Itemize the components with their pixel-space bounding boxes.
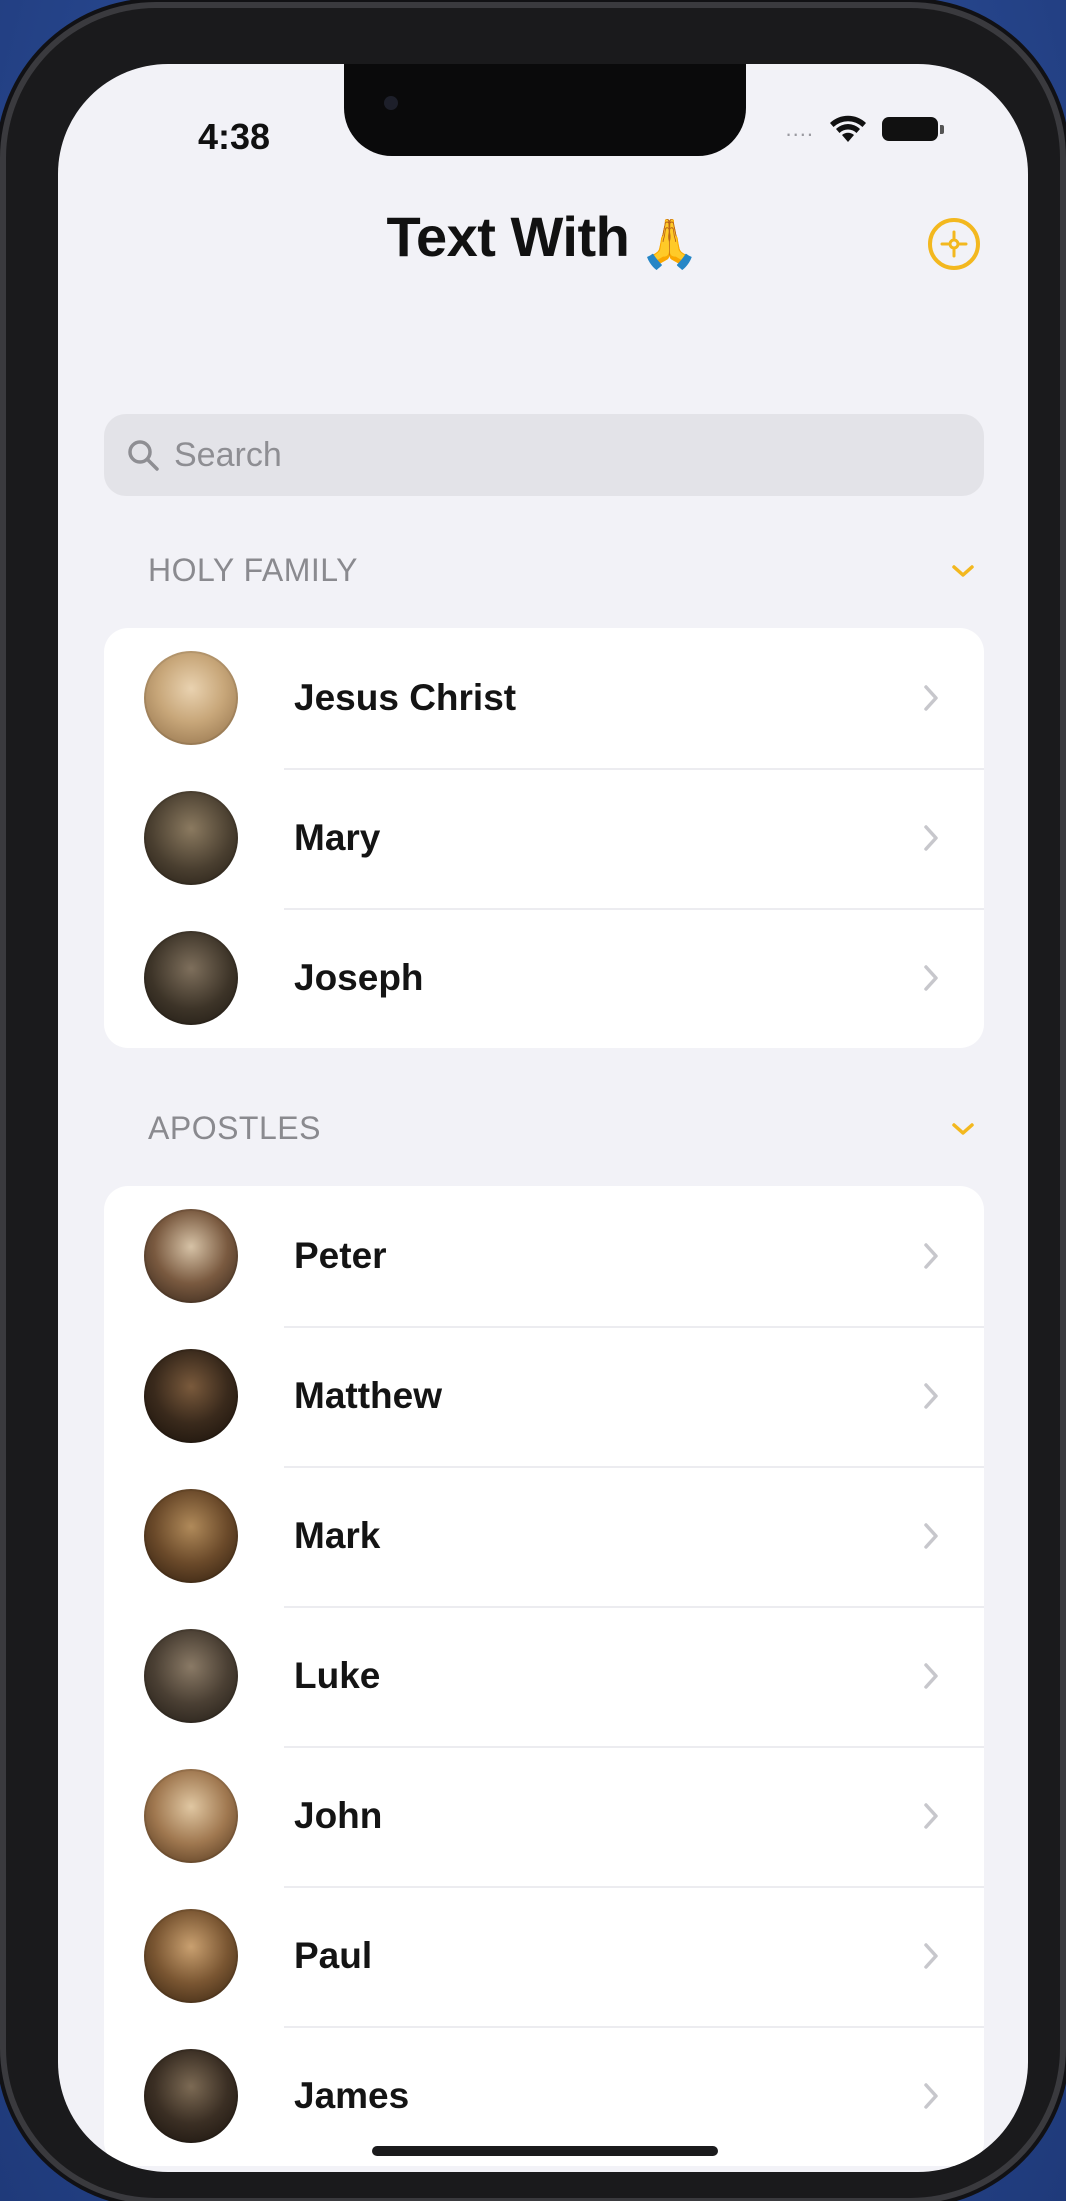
front-camera xyxy=(384,96,398,110)
chevron-right-icon xyxy=(924,1663,938,1689)
page-title: Text With xyxy=(386,205,630,268)
list-item[interactable]: Matthew xyxy=(104,1326,984,1466)
home-indicator[interactable] xyxy=(372,2146,718,2156)
holy-family-list: Jesus Christ Mary Joseph xyxy=(104,628,984,1048)
settings-button[interactable] xyxy=(928,218,980,270)
chevron-right-icon xyxy=(924,1803,938,1829)
section-header-holy-family[interactable]: HOLY FAMILY xyxy=(148,552,978,589)
contact-name: Joseph xyxy=(294,957,424,998)
chevron-down-icon[interactable] xyxy=(948,561,978,581)
avatar xyxy=(144,1489,238,1583)
signal-dots: .... xyxy=(785,116,814,141)
list-item[interactable]: James xyxy=(104,2026,984,2166)
wifi-icon xyxy=(828,114,868,144)
section-title: APOSTLES xyxy=(148,1110,321,1146)
chevron-right-icon xyxy=(924,825,938,851)
chevron-down-icon[interactable] xyxy=(948,1119,978,1139)
avatar xyxy=(144,2049,238,2143)
search-input[interactable]: Search xyxy=(174,436,282,475)
notch xyxy=(344,64,746,156)
avatar xyxy=(144,1909,238,2003)
status-time: 4:38 xyxy=(198,116,271,157)
search-bar[interactable]: Search xyxy=(104,414,984,496)
chevron-right-icon xyxy=(924,1943,938,1969)
chevron-right-icon xyxy=(924,1383,938,1409)
contact-name: Mary xyxy=(294,817,381,858)
avatar xyxy=(144,1629,238,1723)
list-item[interactable]: Jesus Christ xyxy=(104,628,984,768)
list-item[interactable]: Paul xyxy=(104,1886,984,2026)
contact-name: Luke xyxy=(294,1655,381,1696)
settings-icon xyxy=(940,230,968,258)
contact-name: John xyxy=(294,1795,383,1836)
avatar xyxy=(144,931,238,1025)
list-item[interactable]: Mark xyxy=(104,1466,984,1606)
apostles-list: Peter Matthew Mark Luke John Paul James xyxy=(104,1186,984,2166)
list-item[interactable]: John xyxy=(104,1746,984,1886)
avatar xyxy=(144,1209,238,1303)
contact-name: Matthew xyxy=(294,1375,442,1416)
status-indicators: .... xyxy=(785,114,944,144)
chevron-right-icon xyxy=(924,2083,938,2109)
list-item[interactable]: Luke xyxy=(104,1606,984,1746)
search-icon xyxy=(128,440,159,471)
chevron-right-icon xyxy=(924,685,938,711)
section-header-apostles[interactable]: APOSTLES xyxy=(148,1110,978,1147)
praying-hands-emoji: 🙏 xyxy=(639,218,700,271)
list-item[interactable]: Joseph xyxy=(104,908,984,1048)
contact-name: Peter xyxy=(294,1235,387,1276)
chevron-right-icon xyxy=(924,1523,938,1549)
list-item[interactable]: Mary xyxy=(104,768,984,908)
list-item[interactable]: Peter xyxy=(104,1186,984,1326)
app-screen: 4:38 .... Text With 🙏 Search HOLY FAMILY… xyxy=(58,64,1028,2172)
contact-name: James xyxy=(294,2075,410,2116)
avatar xyxy=(144,791,238,885)
contact-name: Paul xyxy=(294,1935,373,1976)
avatar xyxy=(144,1769,238,1863)
contact-name: Mark xyxy=(294,1515,381,1556)
battery-icon xyxy=(882,117,944,141)
chevron-right-icon xyxy=(924,1243,938,1269)
chevron-right-icon xyxy=(924,965,938,991)
nav-title: Text With 🙏 xyxy=(58,204,1028,272)
phone-frame: 4:38 .... Text With 🙏 Search HOLY FAMILY… xyxy=(6,8,1060,2198)
section-title: HOLY FAMILY xyxy=(148,552,359,588)
contact-name: Jesus Christ xyxy=(294,677,517,718)
avatar xyxy=(144,1349,238,1443)
avatar xyxy=(144,651,238,745)
